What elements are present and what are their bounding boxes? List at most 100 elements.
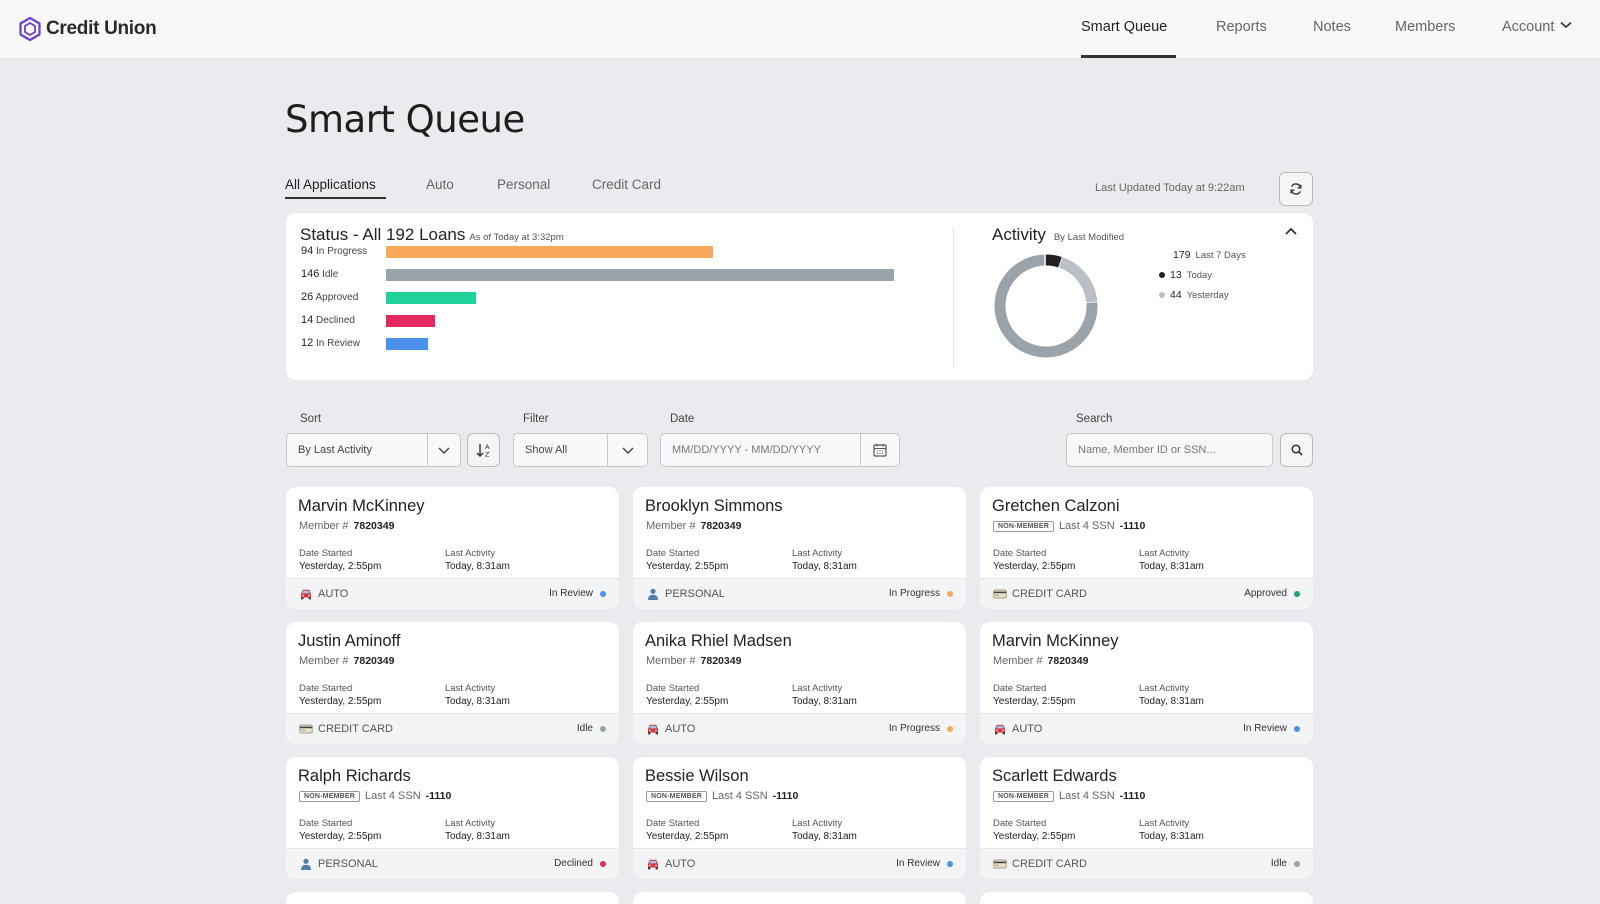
legend-label: Today: [1186, 269, 1213, 281]
nav-smart-queue[interactable]: Smart Queue: [1081, 19, 1167, 35]
applicant-name[interactable]: Scarlett Edwards: [992, 767, 1117, 786]
status-label: Idle: [576, 723, 593, 734]
nav-account[interactable]: Account: [1502, 19, 1572, 35]
application-card[interactable]: Brooklyn Simmons Member # 7820349 Date St…: [633, 487, 966, 609]
application-card[interactable]: Ralph Richards NON-MEMBER Last 4 SSN -1110…: [286, 757, 619, 879]
application-card-partial[interactable]: [980, 892, 1313, 904]
svg-text:Z: Z: [485, 451, 490, 459]
applicant-name[interactable]: Ralph Richards: [298, 767, 411, 786]
sort-select[interactable]: By Last Activity: [286, 433, 461, 467]
refresh-button[interactable]: [1279, 172, 1313, 206]
status-label: In Progress: [888, 723, 940, 734]
status-badge: In Progress: [889, 723, 953, 734]
date-started-value: Yesterday, 2:55pm: [646, 561, 729, 572]
application-card[interactable]: Gretchen Calzoni NON-MEMBER Last 4 SSN -11…: [980, 487, 1313, 609]
nav-notes[interactable]: Notes: [1313, 19, 1351, 35]
sort-select-value: By Last Activity: [298, 444, 372, 456]
applicant-id-line: NON-MEMBER Last 4 SSN -1110: [993, 520, 1145, 532]
application-card[interactable]: Scarlett Edwards NON-MEMBER Last 4 SSN -11…: [980, 757, 1313, 879]
search-input[interactable]: Name, Member ID or SSN...: [1066, 433, 1273, 467]
status-count: 146: [301, 268, 320, 280]
status-name: Approved: [315, 292, 359, 303]
ssn-last4: -1110: [1119, 520, 1146, 532]
applicant-name[interactable]: Marvin McKinney: [992, 632, 1119, 651]
applicant-name[interactable]: Bessie Wilson: [645, 767, 749, 786]
last-activity-value: Today, 8:31am: [445, 831, 510, 842]
sort-direction-button[interactable]: A Z: [467, 433, 500, 467]
date-started-label: Date Started: [993, 548, 1047, 559]
last-activity-value: Today, 8:31am: [792, 696, 857, 707]
chevron-up-icon[interactable]: [1283, 223, 1299, 239]
last-activity-label: Last Activity: [792, 548, 843, 559]
application-card-partial[interactable]: [286, 892, 619, 904]
nav-reports[interactable]: Reports: [1216, 19, 1267, 35]
filter-select[interactable]: Show All: [513, 433, 648, 467]
legend-dot-icon: [1159, 272, 1165, 278]
date-started-value: Yesterday, 2:55pm: [299, 561, 382, 572]
tab-all-applications[interactable]: All Applications: [285, 177, 376, 192]
member-id: 7820349: [700, 655, 742, 667]
last-activity-value: Today, 8:31am: [1139, 696, 1204, 707]
car-icon: [995, 724, 1005, 735]
application-card[interactable]: Marvin McKinney Member # 7820349 Date Sta…: [286, 487, 619, 609]
applicant-name[interactable]: Anika Rhiel Madsen: [645, 632, 792, 651]
loan-type-label: PERSONAL: [318, 858, 378, 870]
status-bar-declined: [386, 315, 435, 327]
loan-type: AUTO: [299, 588, 348, 600]
last-activity-label: Last Activity: [445, 683, 496, 694]
tab-personal[interactable]: Personal: [497, 177, 550, 192]
date-started-value: Yesterday, 2:55pm: [993, 831, 1076, 842]
select-divider: [427, 434, 428, 466]
person-icon: [301, 858, 311, 870]
loan-type-label: AUTO: [665, 723, 696, 735]
application-card[interactable]: Anika Rhiel Madsen Member # 7820349 Date …: [633, 622, 966, 744]
tab-credit-card[interactable]: Credit Card: [592, 177, 661, 192]
date-started-label: Date Started: [993, 683, 1047, 694]
application-card-partial[interactable]: [633, 892, 966, 904]
calendar-icon[interactable]: [872, 442, 888, 458]
applicant-name[interactable]: Brooklyn Simmons: [645, 497, 783, 516]
loan-type: AUTO: [993, 723, 1042, 735]
loan-type: CREDIT CARD: [993, 588, 1087, 600]
loan-type: AUTO: [646, 723, 695, 735]
status-title-text: Status - All 192 Loans: [300, 225, 466, 244]
applicant-name[interactable]: Marvin McKinney: [298, 497, 425, 516]
status-name: In Progress: [316, 246, 368, 257]
last-activity-label: Last Activity: [445, 548, 496, 559]
chevron-down-icon: [1560, 21, 1572, 29]
application-card[interactable]: Justin Aminoff Member # 7820349 Date Star…: [286, 622, 619, 744]
search-button[interactable]: [1280, 433, 1313, 467]
card-footer: CREDIT CARD Idle: [286, 713, 619, 744]
date-started-value: Yesterday, 2:55pm: [993, 696, 1076, 707]
loan-type: AUTO: [646, 858, 695, 870]
status-subtitle: As of Today at 3:32pm: [469, 232, 564, 243]
tab-auto[interactable]: Auto: [426, 177, 454, 192]
status-bar-label: 12 In Review: [301, 337, 360, 349]
date-started-value: Yesterday, 2:55pm: [299, 696, 382, 707]
status-bar-in-progress: [386, 246, 713, 258]
status-title: Status - All 192 Loans As of Today at 3:3…: [300, 225, 564, 245]
status-label: In Review: [896, 858, 940, 869]
nav-members[interactable]: Members: [1395, 19, 1455, 35]
brand-name: Credit Union: [46, 18, 157, 39]
application-card[interactable]: Bessie Wilson NON-MEMBER Last 4 SSN -1110 …: [633, 757, 966, 879]
status-dot-icon: [600, 860, 606, 867]
brand-logo[interactable]: Credit Union: [18, 16, 157, 42]
date-started-value: Yesterday, 2:55pm: [993, 561, 1076, 572]
status-badge: In Progress: [889, 588, 953, 599]
activity-legend-item: 13 Today: [1159, 269, 1212, 281]
applicant-name[interactable]: Justin Aminoff: [298, 632, 400, 651]
applicant-id-line: Member # 7820349: [993, 655, 1088, 667]
applicant-id-line: NON-MEMBER Last 4 SSN -1110: [646, 790, 798, 802]
application-card[interactable]: Marvin McKinney Member # 7820349 Date Sta…: [980, 622, 1313, 744]
date-range-input[interactable]: MM/DD/YYYY - MM/DD/YYYY: [660, 433, 900, 467]
nav-active-indicator: [1081, 55, 1176, 58]
legend-label: Yesterday: [1186, 289, 1229, 301]
applicant-name[interactable]: Gretchen Calzoni: [992, 497, 1119, 516]
ssn-last4: -1110: [1119, 790, 1146, 802]
search-icon: [1290, 444, 1303, 456]
page-title: Smart Queue: [285, 98, 525, 141]
last-activity-value: Today, 8:31am: [445, 696, 510, 707]
status-bar-label: 26 Approved: [301, 291, 358, 303]
loan-type-label: CREDIT CARD: [1012, 858, 1087, 870]
